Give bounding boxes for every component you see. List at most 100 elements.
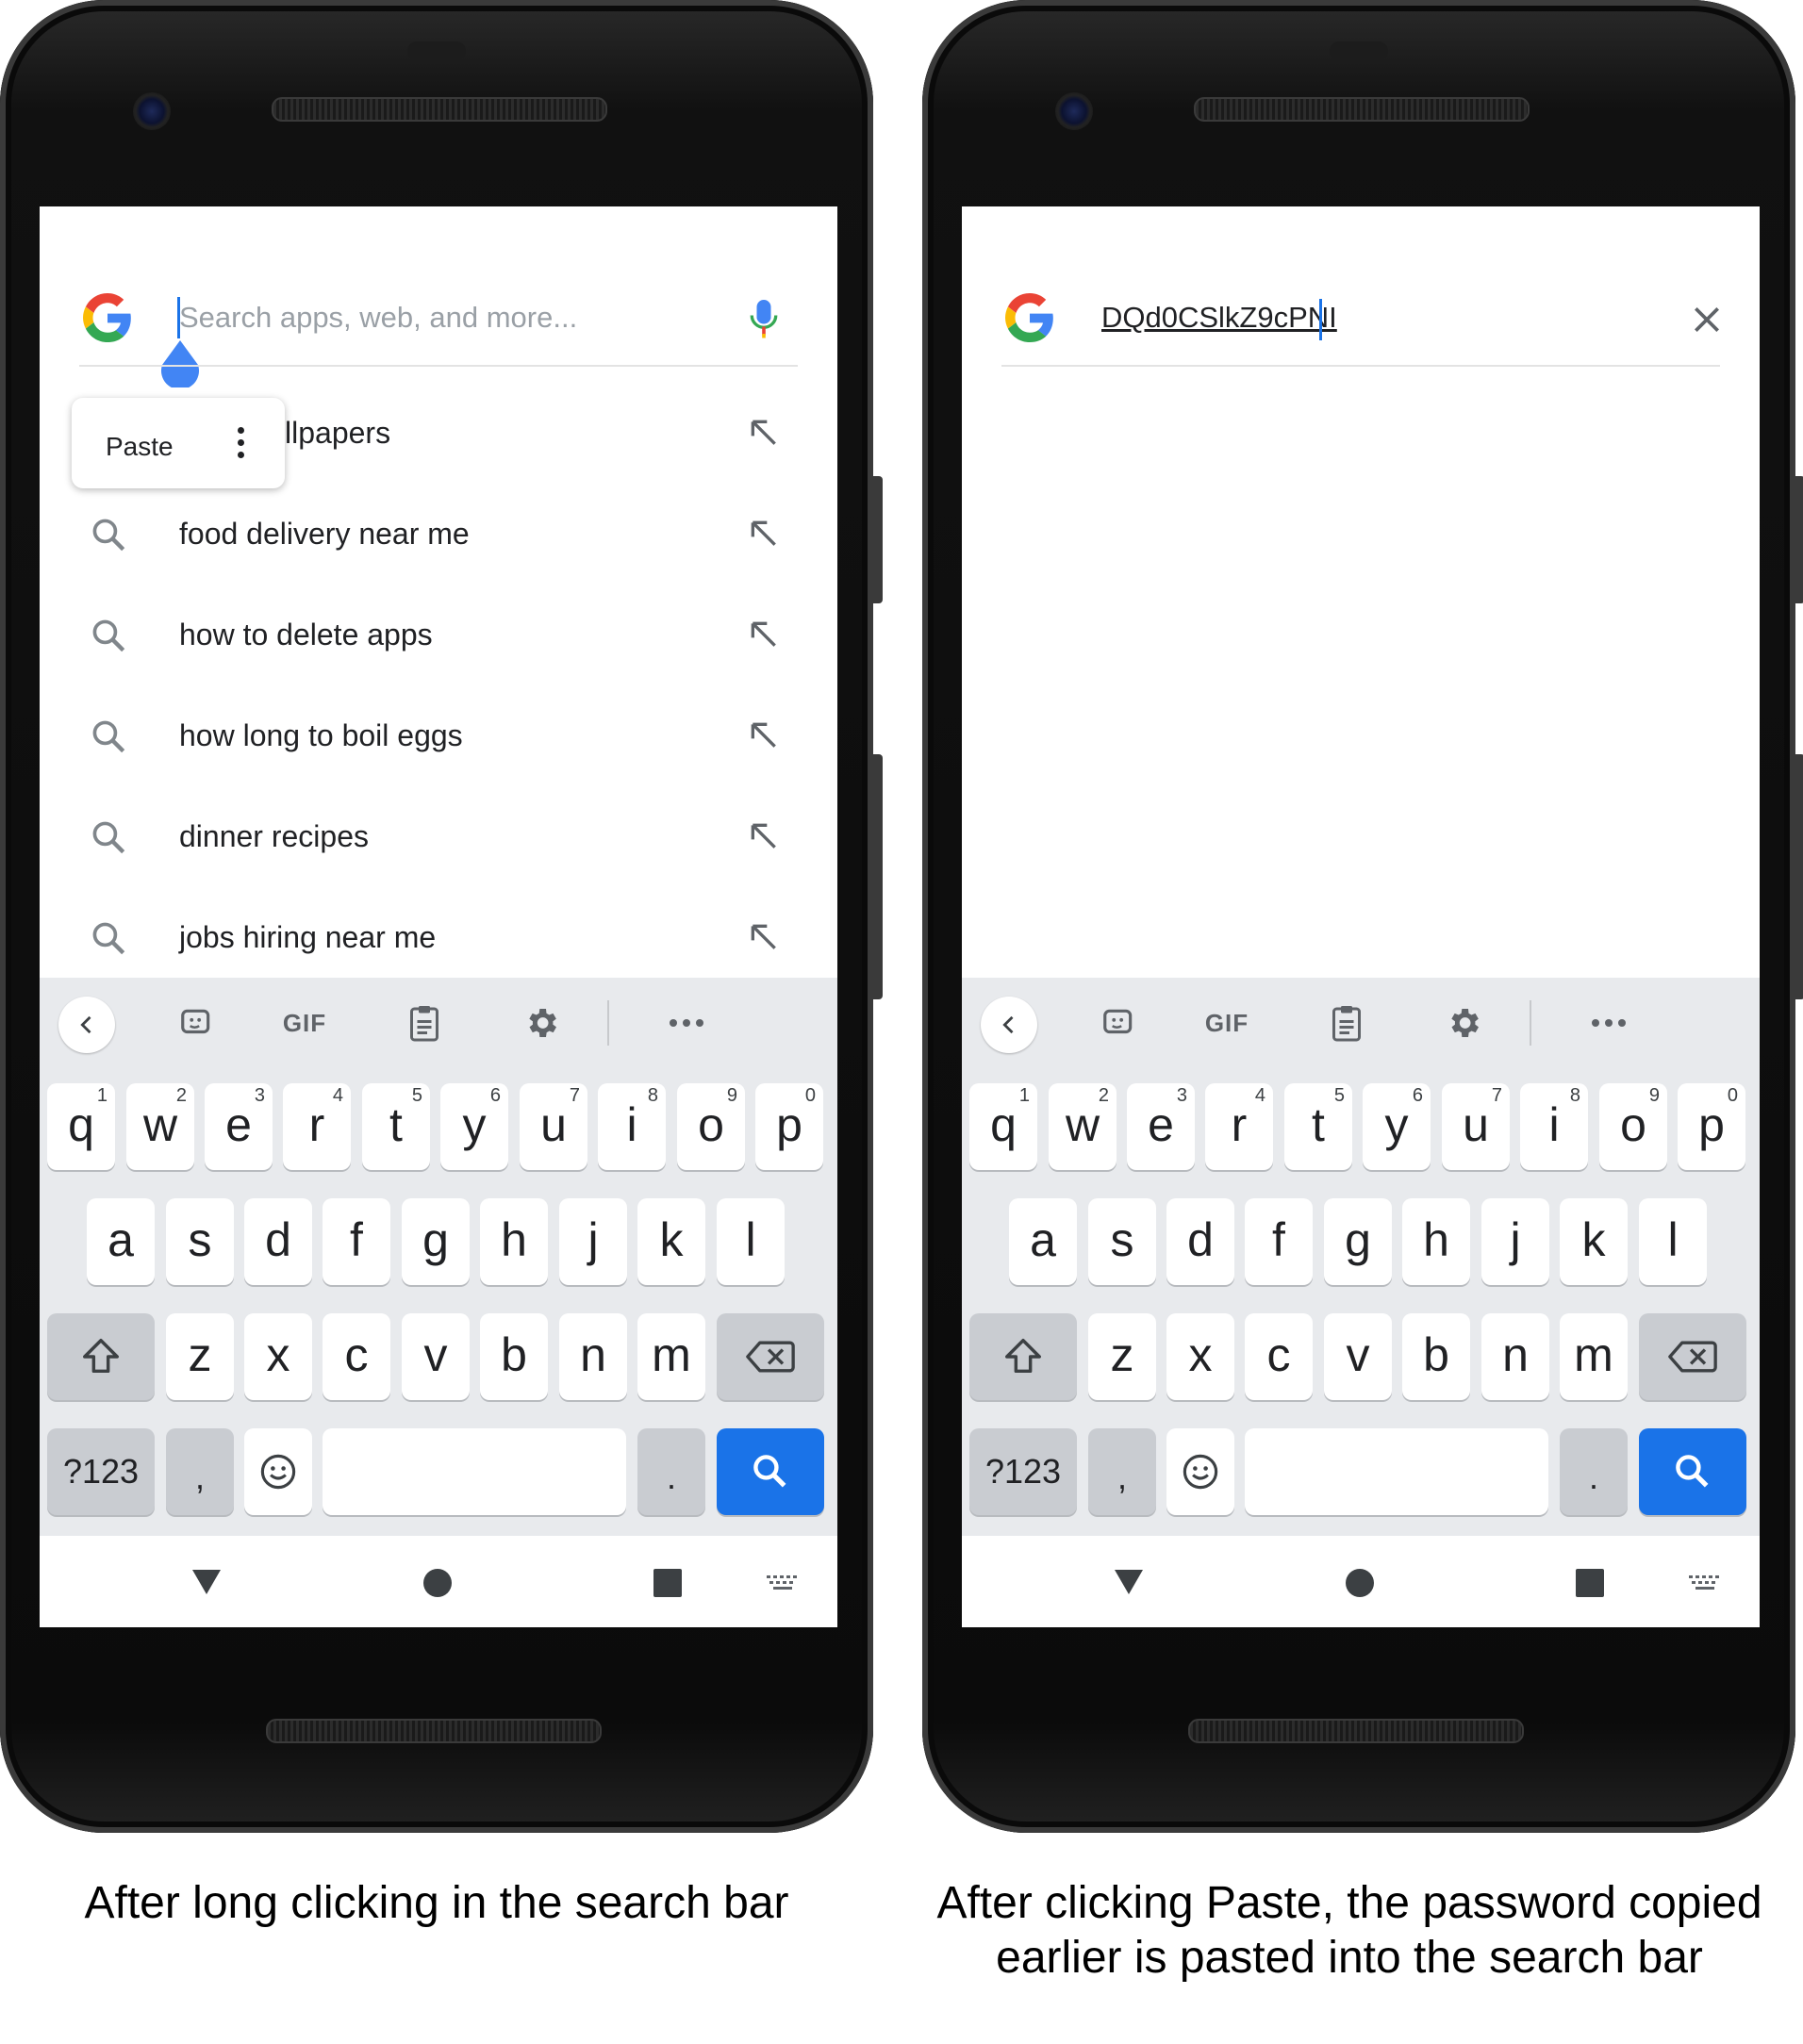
search-bar[interactable]: Search apps, web, and more... — [40, 206, 837, 387]
suggestion-row[interactable]: jobs hiring near me — [40, 890, 837, 990]
emoji-key[interactable] — [1166, 1428, 1234, 1515]
clipboard-icon[interactable] — [1324, 1000, 1369, 1046]
sticker-icon[interactable] — [174, 1000, 219, 1046]
home-icon[interactable] — [422, 1568, 453, 1598]
key-k[interactable]: k — [637, 1198, 705, 1285]
key-j[interactable]: j — [559, 1198, 627, 1285]
suggestion-row[interactable]: dinner recipes — [40, 789, 837, 889]
key-i[interactable]: 8i — [598, 1083, 666, 1170]
suggestion-row[interactable]: food delivery near me — [40, 486, 837, 586]
key-l[interactable]: l — [717, 1198, 785, 1285]
key-a[interactable]: a — [1009, 1198, 1077, 1285]
chevron-left-icon[interactable] — [58, 997, 115, 1053]
key-r[interactable]: 4r — [1205, 1083, 1273, 1170]
recents-icon[interactable] — [1575, 1568, 1605, 1598]
spacebar[interactable] — [1245, 1428, 1548, 1515]
key-f[interactable]: f — [1245, 1198, 1313, 1285]
keyboard-switch-icon[interactable] — [1688, 1574, 1722, 1592]
fill-arrow-icon[interactable] — [745, 717, 783, 754]
key-t[interactable]: 5t — [362, 1083, 430, 1170]
key-b[interactable]: b — [480, 1313, 548, 1400]
key-v[interactable]: v — [1324, 1313, 1392, 1400]
key-k[interactable]: k — [1560, 1198, 1628, 1285]
search-input[interactable]: Search apps, web, and more... — [179, 301, 577, 335]
key-v[interactable]: v — [402, 1313, 470, 1400]
gear-icon[interactable] — [519, 1000, 564, 1046]
key-f[interactable]: f — [323, 1198, 390, 1285]
backspace-key[interactable] — [717, 1313, 824, 1400]
search-key[interactable] — [717, 1428, 824, 1515]
fill-arrow-icon[interactable] — [745, 515, 783, 552]
cursor-handle[interactable] — [160, 338, 200, 387]
key-l[interactable]: l — [1639, 1198, 1707, 1285]
key-s[interactable]: s — [166, 1198, 234, 1285]
key-m[interactable]: m — [637, 1313, 705, 1400]
mic-icon[interactable] — [747, 297, 781, 342]
suggestion-row[interactable]: how to delete apps — [40, 587, 837, 687]
period-key[interactable]: . — [1560, 1428, 1628, 1515]
key-m[interactable]: m — [1560, 1313, 1628, 1400]
shift-key[interactable] — [969, 1313, 1077, 1400]
key-z[interactable]: z — [166, 1313, 234, 1400]
key-w[interactable]: 2w — [1049, 1083, 1117, 1170]
key-p[interactable]: 0p — [1678, 1083, 1745, 1170]
fill-arrow-icon[interactable] — [745, 414, 783, 452]
key-h[interactable]: h — [480, 1198, 548, 1285]
keyboard-switch-icon[interactable] — [766, 1574, 800, 1592]
key-z[interactable]: z — [1088, 1313, 1156, 1400]
key-c[interactable]: c — [323, 1313, 390, 1400]
comma-key[interactable]: , — [1088, 1428, 1156, 1515]
search-input[interactable]: DQd0CSlkZ9cPNI — [1101, 301, 1337, 335]
key-q[interactable]: 1q — [47, 1083, 115, 1170]
key-n[interactable]: n — [1481, 1313, 1549, 1400]
key-j[interactable]: j — [1481, 1198, 1549, 1285]
key-r[interactable]: 4r — [283, 1083, 351, 1170]
key-e[interactable]: 3e — [1127, 1083, 1195, 1170]
key-g[interactable]: g — [402, 1198, 470, 1285]
key-x[interactable]: x — [1166, 1313, 1234, 1400]
suggestion-row[interactable]: how long to boil eggs — [40, 688, 837, 788]
search-bar[interactable]: DQd0CSlkZ9cPNI — [962, 206, 1760, 367]
emoji-key[interactable] — [244, 1428, 312, 1515]
fill-arrow-icon[interactable] — [745, 616, 783, 653]
chevron-left-icon[interactable] — [981, 997, 1037, 1053]
key-a[interactable]: a — [87, 1198, 155, 1285]
fill-arrow-icon[interactable] — [745, 918, 783, 956]
period-key[interactable]: . — [637, 1428, 705, 1515]
key-b[interactable]: b — [1402, 1313, 1470, 1400]
symbols-key[interactable]: ?123 — [47, 1428, 155, 1515]
symbols-key[interactable]: ?123 — [969, 1428, 1077, 1515]
more-horizontal-icon[interactable] — [658, 1000, 715, 1046]
spacebar[interactable] — [323, 1428, 626, 1515]
clipboard-icon[interactable] — [402, 1000, 447, 1046]
back-icon[interactable] — [1113, 1568, 1145, 1596]
key-n[interactable]: n — [559, 1313, 627, 1400]
key-e[interactable]: 3e — [205, 1083, 273, 1170]
key-d[interactable]: d — [1166, 1198, 1234, 1285]
more-horizontal-icon[interactable] — [1580, 1000, 1637, 1046]
key-s[interactable]: s — [1088, 1198, 1156, 1285]
search-key[interactable] — [1639, 1428, 1746, 1515]
paste-button[interactable]: Paste — [106, 432, 174, 462]
key-q[interactable]: 1q — [969, 1083, 1037, 1170]
recents-icon[interactable] — [653, 1568, 683, 1598]
key-y[interactable]: 6y — [440, 1083, 508, 1170]
shift-key[interactable] — [47, 1313, 155, 1400]
key-h[interactable]: h — [1402, 1198, 1470, 1285]
home-icon[interactable] — [1345, 1568, 1375, 1598]
key-u[interactable]: 7u — [520, 1083, 587, 1170]
key-c[interactable]: c — [1245, 1313, 1313, 1400]
key-t[interactable]: 5t — [1284, 1083, 1352, 1170]
key-y[interactable]: 6y — [1363, 1083, 1431, 1170]
key-o[interactable]: 9o — [1599, 1083, 1667, 1170]
more-options-icon[interactable] — [237, 427, 246, 461]
key-x[interactable]: x — [244, 1313, 312, 1400]
back-icon[interactable] — [190, 1568, 223, 1596]
key-w[interactable]: 2w — [126, 1083, 194, 1170]
gif-button[interactable]: GIF — [1194, 1000, 1260, 1046]
close-icon[interactable] — [1688, 301, 1726, 338]
key-d[interactable]: d — [244, 1198, 312, 1285]
comma-key[interactable]: , — [166, 1428, 234, 1515]
fill-arrow-icon[interactable] — [745, 817, 783, 855]
sticker-icon[interactable] — [1096, 1000, 1141, 1046]
